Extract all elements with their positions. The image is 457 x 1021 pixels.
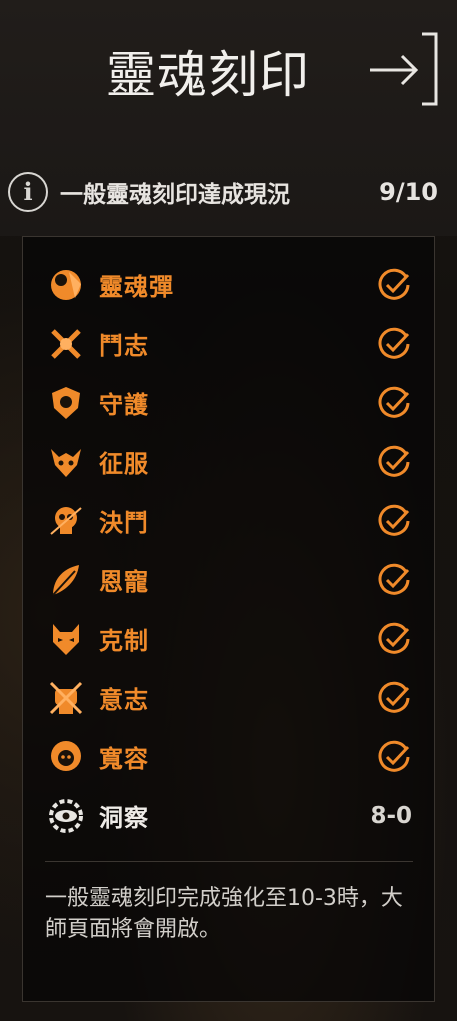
imprint-item-soul-bullet[interactable]: 靈魂彈 — [23, 255, 434, 314]
imprint-item-guardian[interactable]: 守護 — [23, 373, 434, 432]
imprint-label: 征服 — [99, 450, 149, 478]
imprint-label: 寬容 — [99, 745, 149, 773]
skull-icon — [47, 502, 85, 540]
imprint-label: 靈魂彈 — [99, 273, 174, 301]
crossed-swords-icon — [47, 325, 85, 363]
imprint-label: 克制 — [99, 627, 149, 655]
completion-status-label: 一般靈魂刻印達成現況 — [60, 182, 290, 208]
demon-mask-icon — [47, 620, 85, 658]
check-circle-icon — [376, 444, 412, 480]
imprint-label: 洞察 — [99, 804, 149, 832]
check-circle-icon — [376, 562, 412, 598]
check-circle-icon — [376, 267, 412, 303]
shield-crest-icon — [47, 384, 85, 422]
completion-status-row: i 一般靈魂刻印達成現況 9/10 — [8, 170, 448, 214]
check-circle-icon — [376, 385, 412, 421]
lion-head-icon — [47, 738, 85, 776]
imprint-item-restraint[interactable]: 克制 — [23, 609, 434, 668]
check-circle-icon — [376, 739, 412, 775]
imprint-panel: 靈魂彈 鬥志 守護 征服 決鬥 恩寵 克制 意志 寬容 洞察 8-0 一般靈魂刻… — [22, 236, 435, 1002]
exit-button[interactable] — [366, 30, 442, 106]
imprint-item-grace[interactable]: 恩寵 — [23, 550, 434, 609]
imprint-label: 恩寵 — [99, 568, 149, 596]
imprint-item-will[interactable]: 意志 — [23, 668, 434, 727]
exit-arrow-icon — [370, 32, 438, 106]
imprint-label: 鬥志 — [99, 332, 149, 360]
horned-beast-icon — [47, 443, 85, 481]
imprint-item-fighting-spirit[interactable]: 鬥志 — [23, 314, 434, 373]
imprint-item-insight[interactable]: 洞察 8-0 — [23, 786, 434, 845]
imprint-label: 決鬥 — [99, 509, 149, 537]
soul-imprint-screen: 靈魂刻印 i 一般靈魂刻印達成現況 9/10 靈魂彈 鬥志 守護 征服 決鬥 恩… — [0, 0, 457, 1021]
check-circle-icon — [376, 680, 412, 716]
imprint-progress: 8-0 — [370, 802, 412, 829]
info-icon[interactable]: i — [8, 172, 48, 212]
soul-bullet-icon — [47, 266, 85, 304]
imprint-list: 靈魂彈 鬥志 守護 征服 決鬥 恩寵 克制 意志 寬容 洞察 8-0 — [23, 255, 434, 845]
description-text: 一般靈魂刻印完成強化至10-3時，大師頁面將會開啟。 — [45, 886, 403, 942]
divider — [45, 861, 413, 862]
eye-gear-icon — [47, 797, 85, 835]
page-title: 靈魂刻印 — [106, 46, 310, 104]
imprint-item-duel[interactable]: 決鬥 — [23, 491, 434, 550]
check-circle-icon — [376, 326, 412, 362]
imprint-item-conquest[interactable]: 征服 — [23, 432, 434, 491]
imprint-item-tolerance[interactable]: 寬容 — [23, 727, 434, 786]
imprint-label: 意志 — [99, 686, 149, 714]
feather-icon — [47, 561, 85, 599]
check-circle-icon — [376, 503, 412, 539]
imprint-label: 守護 — [99, 391, 149, 419]
completion-count: 9/10 — [379, 178, 438, 206]
fist-icon — [47, 679, 85, 717]
check-circle-icon — [376, 621, 412, 657]
